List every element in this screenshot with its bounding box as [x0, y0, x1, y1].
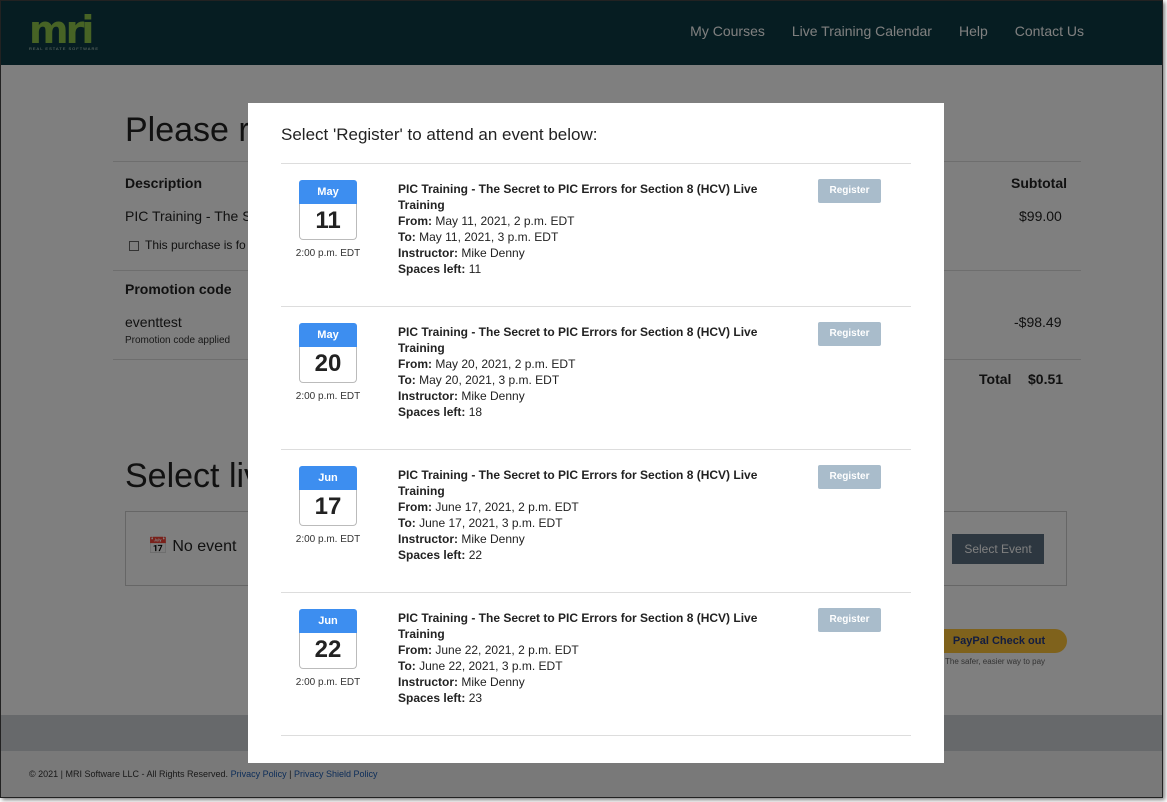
from-label: From: [398, 214, 432, 228]
instructor-label: Instructor: [398, 389, 458, 403]
to-label: To: [398, 230, 416, 244]
event-to: To: June 22, 2021, 3 p.m. EDT [398, 658, 798, 674]
register-button[interactable]: Register [818, 322, 881, 346]
spaces-value: 11 [468, 262, 482, 276]
spaces-label: Spaces left: [398, 691, 466, 705]
from-value: June 17, 2021, 2 p.m. EDT [435, 500, 579, 514]
event-row: May 11 2:00 p.m. EDT PIC Training - The … [281, 164, 911, 307]
spaces-label: Spaces left: [398, 548, 466, 562]
from-value: May 20, 2021, 2 p.m. EDT [435, 357, 576, 371]
from-label: From: [398, 643, 432, 657]
event-to: To: June 17, 2021, 3 p.m. EDT [398, 515, 798, 531]
calendar-month: May [299, 180, 357, 204]
browser-frame: mri REAL ESTATE SOFTWARE My Courses Live… [0, 0, 1163, 798]
to-value: June 22, 2021, 3 p.m. EDT [419, 659, 563, 673]
event-instructor: Instructor: Mike Denny [398, 245, 798, 261]
event-time: 2:00 p.m. EDT [295, 248, 361, 259]
event-instructor: Instructor: Mike Denny [398, 531, 798, 547]
spaces-label: Spaces left: [398, 405, 466, 419]
from-value: May 11, 2021, 2 p.m. EDT [435, 214, 575, 228]
event-row: May 20 2:00 p.m. EDT PIC Training - The … [281, 307, 911, 450]
calendar-month: Jun [299, 609, 357, 633]
register-button[interactable]: Register [818, 465, 881, 489]
instructor-value: Mike Denny [461, 389, 525, 403]
event-instructor: Instructor: Mike Denny [398, 388, 798, 404]
event-from: From: June 17, 2021, 2 p.m. EDT [398, 499, 798, 515]
event-details: PIC Training - The Secret to PIC Errors … [398, 324, 798, 420]
event-register-modal: Select 'Register' to attend an event bel… [248, 103, 944, 763]
instructor-label: Instructor: [398, 532, 458, 546]
to-value: May 20, 2021, 3 p.m. EDT [419, 373, 560, 387]
event-spaces: Spaces left: 11 [398, 261, 798, 277]
calendar-badge: May 11 [299, 180, 357, 240]
event-title: PIC Training - The Secret to PIC Errors … [398, 325, 758, 355]
calendar-day: 22 [299, 633, 357, 669]
register-button[interactable]: Register [818, 608, 881, 632]
instructor-value: Mike Denny [461, 675, 525, 689]
event-from: From: May 20, 2021, 2 p.m. EDT [398, 356, 798, 372]
event-time: 2:00 p.m. EDT [295, 391, 361, 402]
event-title: PIC Training - The Secret to PIC Errors … [398, 182, 758, 212]
instructor-value: Mike Denny [461, 532, 525, 546]
event-row: Jun 17 2:00 p.m. EDT PIC Training - The … [281, 450, 911, 593]
to-value: June 17, 2021, 3 p.m. EDT [419, 516, 563, 530]
to-label: To: [398, 659, 416, 673]
event-spaces: Spaces left: 22 [398, 547, 798, 563]
spaces-label: Spaces left: [398, 262, 466, 276]
calendar-day: 11 [299, 204, 357, 240]
calendar-day: 17 [299, 490, 357, 526]
calendar-month: Jun [299, 466, 357, 490]
event-time: 2:00 p.m. EDT [295, 534, 361, 545]
spaces-value: 22 [468, 548, 483, 562]
modal-divider [281, 735, 911, 736]
event-details: PIC Training - The Secret to PIC Errors … [398, 181, 798, 277]
event-title: PIC Training - The Secret to PIC Errors … [398, 611, 758, 641]
calendar-badge: Jun 22 [299, 609, 357, 669]
event-spaces: Spaces left: 23 [398, 690, 798, 706]
instructor-value: Mike Denny [461, 246, 525, 260]
event-title: PIC Training - The Secret to PIC Errors … [398, 468, 758, 498]
instructor-label: Instructor: [398, 246, 458, 260]
spaces-value: 23 [468, 691, 483, 705]
spaces-value: 18 [468, 405, 483, 419]
from-label: From: [398, 500, 432, 514]
event-details: PIC Training - The Secret to PIC Errors … [398, 467, 798, 563]
event-from: From: May 11, 2021, 2 p.m. EDT [398, 213, 798, 229]
event-spaces: Spaces left: 18 [398, 404, 798, 420]
event-instructor: Instructor: Mike Denny [398, 674, 798, 690]
calendar-day: 20 [299, 347, 357, 383]
instructor-label: Instructor: [398, 675, 458, 689]
to-value: May 11, 2021, 3 p.m. EDT [419, 230, 559, 244]
event-time: 2:00 p.m. EDT [295, 677, 361, 688]
to-label: To: [398, 373, 416, 387]
modal-title: Select 'Register' to attend an event bel… [281, 125, 598, 144]
from-value: June 22, 2021, 2 p.m. EDT [435, 643, 579, 657]
event-row: Jun 22 2:00 p.m. EDT PIC Training - The … [281, 593, 911, 736]
event-from: From: June 22, 2021, 2 p.m. EDT [398, 642, 798, 658]
from-label: From: [398, 357, 432, 371]
calendar-month: May [299, 323, 357, 347]
event-to: To: May 11, 2021, 3 p.m. EDT [398, 229, 798, 245]
register-button[interactable]: Register [818, 179, 881, 203]
event-to: To: May 20, 2021, 3 p.m. EDT [398, 372, 798, 388]
to-label: To: [398, 516, 416, 530]
calendar-badge: Jun 17 [299, 466, 357, 526]
calendar-badge: May 20 [299, 323, 357, 383]
event-details: PIC Training - The Secret to PIC Errors … [398, 610, 798, 706]
